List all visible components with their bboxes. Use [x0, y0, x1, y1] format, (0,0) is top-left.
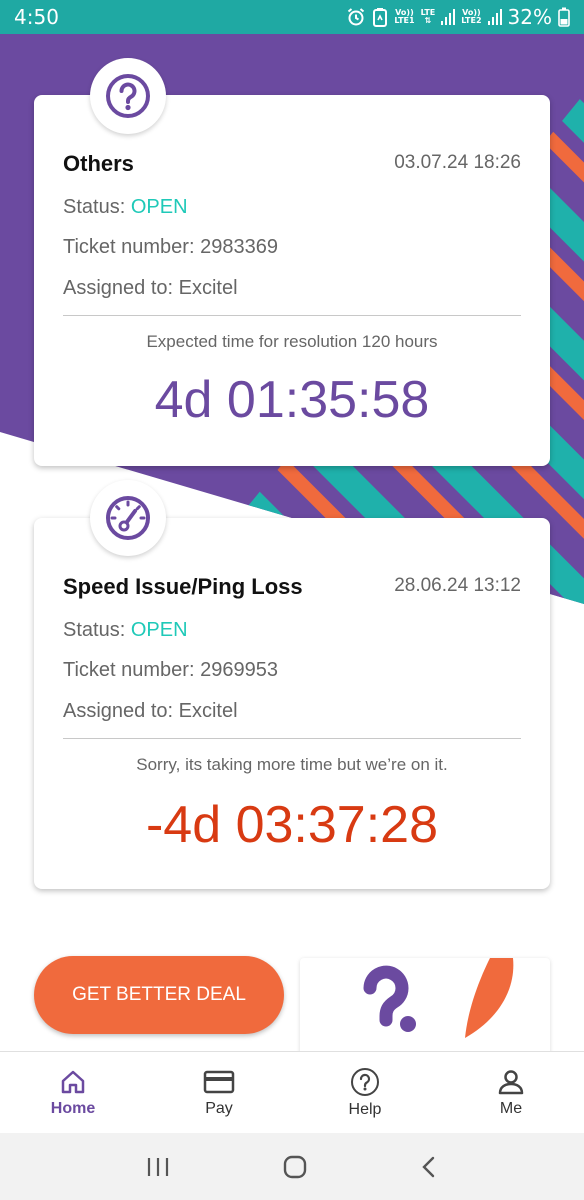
nav-help[interactable]: Help [292, 1052, 438, 1133]
assigned-line: Assigned to: Excitel [63, 700, 238, 723]
assigned-to: Excitel [178, 700, 238, 722]
sim2-volte-indicator: Vo)) LTE2 [461, 9, 481, 25]
resolution-note: Expected time for resolution 120 hours [146, 332, 438, 351]
sim1-lte-label: LTE1 [394, 16, 415, 25]
ticket-status-line: Status: OPEN [63, 619, 188, 642]
data-saver-icon [372, 7, 388, 27]
assigned-to: Excitel [178, 277, 238, 299]
help-promo-card[interactable] [300, 958, 550, 1058]
nav-help-label: Help [348, 1100, 382, 1118]
home-icon [61, 1070, 85, 1093]
ticket-card[interactable]: Speed Issue/Ping Loss 28.06.24 13:12 Sta… [34, 518, 550, 889]
ticket-number: 2969953 [200, 659, 278, 681]
ticket-number-label: Ticket number: [63, 236, 195, 258]
divider [63, 315, 521, 316]
ticket-number: 2983369 [200, 236, 278, 258]
status-time: 4:50 [14, 5, 59, 29]
signal-strength-icon [441, 9, 456, 25]
home-button-icon[interactable] [282, 1154, 308, 1180]
ticket-status-line: Status: OPEN [63, 196, 188, 219]
nav-pay-label: Pay [205, 1099, 233, 1117]
nav-pay[interactable]: Pay [146, 1052, 292, 1133]
lte-data-indicator: LTE ⇅ [420, 8, 436, 25]
ticket-category: Others [63, 151, 134, 176]
nav-me[interactable]: Me [438, 1052, 584, 1133]
assigned-label: Assigned to: [63, 700, 174, 722]
divider [63, 738, 521, 739]
person-icon [498, 1069, 524, 1094]
sim2-lte-label: LTE2 [461, 16, 482, 25]
promo-question-graphic [363, 958, 514, 1038]
resolution-note: Sorry, its taking more time but we’re on… [136, 755, 448, 774]
battery-icon [558, 7, 570, 27]
ticket-card[interactable]: Others 03.07.24 18:26 Status: OPEN Ticke… [34, 95, 550, 466]
get-better-deal-button[interactable]: GET BETTER DEAL [34, 956, 284, 1034]
status-badge: OPEN [130, 619, 188, 641]
assigned-line: Assigned to: Excitel [63, 277, 238, 300]
ticket-category-badge [90, 480, 166, 556]
status-badge: OPEN [130, 196, 188, 218]
countdown-timer: 4d 01:35:58 [154, 371, 430, 429]
status-bar: 4:50 Vo)) LTE1 LTE ⇅ Vo)) LTE2 32% [0, 0, 584, 34]
status-label: Status: [63, 619, 126, 641]
battery-percent: 32% [507, 5, 552, 29]
ticket-number-line: Ticket number: 2969953 [63, 659, 278, 682]
nav-home[interactable]: Home [0, 1052, 146, 1133]
recent-apps-icon[interactable] [145, 1156, 171, 1178]
question-circle-icon [106, 74, 150, 118]
system-navigation-bar [0, 1133, 584, 1200]
nav-home-label: Home [50, 1099, 96, 1117]
lte-label: LTE [420, 8, 436, 17]
signal-strength-icon [487, 9, 502, 25]
speedometer-icon [106, 496, 150, 540]
bottom-navigation: Home Pay Help Me [0, 1051, 584, 1133]
card-icon [203, 1070, 235, 1093]
help-icon [351, 1067, 379, 1096]
ticket-date: 28.06.24 13:12 [394, 575, 521, 596]
ticket-number-line: Ticket number: 2983369 [63, 236, 278, 259]
back-icon[interactable] [419, 1155, 439, 1179]
ticket-category: Speed Issue/Ping Loss [63, 574, 303, 599]
ticket-category-badge [90, 58, 166, 134]
assigned-label: Assigned to: [63, 277, 174, 299]
alarm-icon [346, 7, 366, 27]
ticket-date: 03.07.24 18:26 [394, 152, 521, 173]
sim1-volte-indicator: Vo)) LTE1 [394, 9, 414, 25]
ticket-number-label: Ticket number: [63, 659, 195, 681]
nav-me-label: Me [499, 1099, 523, 1117]
status-label: Status: [63, 196, 126, 218]
overdue-timer: -4d 03:37:28 [145, 796, 439, 854]
